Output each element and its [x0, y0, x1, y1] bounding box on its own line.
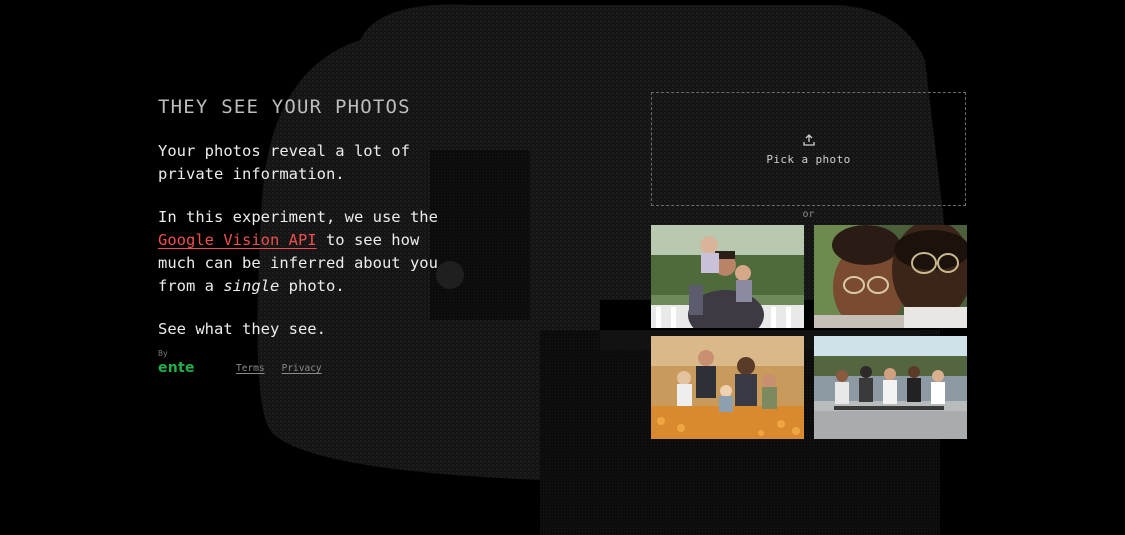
- pick-photo-label: Pick a photo: [766, 152, 851, 166]
- sample-photo-couple-closeup[interactable]: [814, 225, 967, 328]
- sample-photo-family-flower-field[interactable]: [651, 336, 804, 439]
- experiment-text-emphasis: single: [223, 277, 280, 295]
- terms-link[interactable]: Terms: [236, 363, 265, 374]
- google-vision-api-link[interactable]: Google Vision API: [158, 231, 317, 249]
- or-divider: or: [802, 209, 815, 220]
- pick-photo-dropzone[interactable]: Pick a photo: [651, 92, 966, 206]
- experiment-text-end: photo.: [279, 277, 345, 295]
- ente-logo[interactable]: ente: [158, 360, 236, 376]
- footer-row: ente Terms Privacy: [158, 360, 458, 376]
- sample-photo-family-outdoors[interactable]: [651, 225, 804, 328]
- privacy-link[interactable]: Privacy: [282, 363, 322, 374]
- call-to-action-text: See what they see.: [158, 320, 326, 338]
- intro-section: THEY SEE YOUR PHOTOS Your photos reveal …: [158, 94, 458, 376]
- by-label: By: [158, 349, 168, 358]
- experiment-paragraph: In this experiment, we use the Google Vi…: [158, 206, 458, 298]
- upload-icon: [802, 133, 815, 146]
- page-title: THEY SEE YOUR PHOTOS: [158, 96, 411, 118]
- experiment-text-start: In this experiment, we use the: [158, 208, 438, 226]
- intro-paragraph: Your photos reveal a lot of private info…: [158, 142, 410, 183]
- sample-photo-skateboarders[interactable]: [814, 336, 967, 439]
